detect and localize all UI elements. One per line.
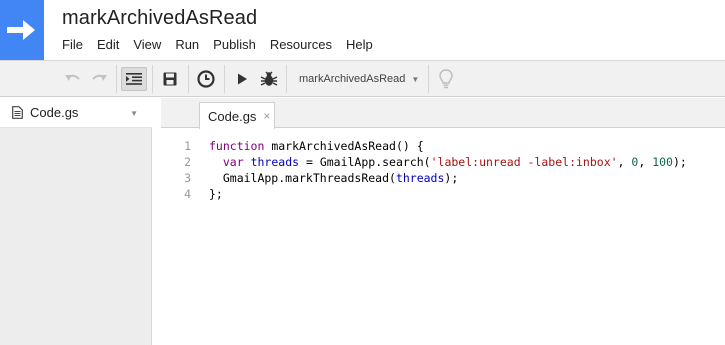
- function-select[interactable]: markArchivedAsRead ▼: [289, 67, 425, 91]
- code-token: ,: [638, 155, 653, 169]
- code-token: 'label:unread -label:inbox': [430, 155, 618, 169]
- menu-help[interactable]: Help: [339, 36, 380, 54]
- code-line[interactable]: };: [209, 187, 223, 201]
- line-number: 4: [184, 187, 191, 201]
- file-item-code-gs[interactable]: Code.gs ▼: [0, 98, 152, 128]
- code-token: = GmailApp.search(: [299, 155, 431, 169]
- menu-run[interactable]: Run: [168, 36, 206, 54]
- save-button[interactable]: [157, 67, 183, 91]
- project-title[interactable]: markArchivedAsRead: [62, 7, 257, 30]
- toolbar-divider: [188, 65, 189, 93]
- redo-icon: [92, 74, 107, 81]
- line-number-gutter: 1 2 3 4: [161, 128, 199, 345]
- tab-label: Code.gs: [208, 108, 257, 124]
- toolbar-divider: [286, 65, 287, 93]
- debug-button[interactable]: [256, 67, 282, 91]
- menu-edit[interactable]: Edit: [90, 36, 126, 54]
- code-token: 100: [652, 155, 673, 169]
- close-icon[interactable]: ×: [263, 109, 270, 123]
- execution-hint-button[interactable]: [433, 67, 459, 91]
- code-token: ,: [617, 155, 632, 169]
- menu-view[interactable]: View: [126, 36, 168, 54]
- arrow-right-icon: [7, 20, 35, 40]
- undo-button[interactable]: [60, 67, 86, 91]
- chevron-down-icon: ▼: [411, 74, 420, 84]
- indent-icon: [126, 73, 142, 85]
- lightbulb-icon: [439, 69, 453, 89]
- menu-bar: File Edit View Run Publish Resources Hel…: [55, 36, 380, 54]
- menu-file[interactable]: File: [55, 36, 90, 54]
- code-editor[interactable]: Code.gs × 1 2 3 4 function markArchivedA…: [161, 98, 725, 345]
- toolbar: markArchivedAsRead ▼: [0, 60, 725, 97]
- save-icon: [163, 72, 177, 86]
- line-number: 1: [184, 139, 191, 153]
- run-icon: [238, 73, 247, 85]
- code-token: threads: [250, 155, 300, 169]
- redo-button[interactable]: [86, 67, 112, 91]
- file-sidebar: Code.gs ▼: [0, 98, 152, 345]
- code-line[interactable]: GmailApp.markThreadsRead(threads);: [209, 171, 458, 185]
- function-select-value: markArchivedAsRead: [299, 73, 406, 85]
- line-number: 2: [184, 155, 191, 169]
- chevron-down-icon[interactable]: ▼: [130, 109, 138, 118]
- apps-script-logo[interactable]: [0, 0, 44, 60]
- toolbar-divider: [116, 65, 117, 93]
- tab-code-gs[interactable]: Code.gs ×: [199, 102, 275, 129]
- code-token: markArchivedAsRead() {: [264, 139, 424, 153]
- code-token: function: [209, 139, 265, 153]
- code-line[interactable]: var threads = GmailApp.search('label:unr…: [209, 155, 687, 169]
- file-label: Code.gs: [30, 105, 79, 120]
- triggers-button[interactable]: [193, 67, 219, 91]
- run-button[interactable]: [229, 67, 255, 91]
- code-token: var: [222, 155, 244, 169]
- editor-tabs: Code.gs ×: [161, 98, 725, 129]
- indent-button[interactable]: [121, 67, 147, 91]
- toolbar-divider: [428, 65, 429, 93]
- code-token: );: [444, 171, 459, 185]
- code-token: );: [672, 155, 687, 169]
- code-token: };: [209, 187, 223, 201]
- code-token: threads: [395, 171, 445, 185]
- code-token: GmailApp.markThreadsRead(: [209, 171, 396, 185]
- code-line[interactable]: function markArchivedAsRead() {: [209, 139, 424, 153]
- toolbar-divider: [224, 65, 225, 93]
- debug-bug-icon: [260, 71, 278, 86]
- menu-publish[interactable]: Publish: [206, 36, 263, 54]
- line-number: 3: [184, 171, 191, 185]
- toolbar-divider: [152, 65, 153, 93]
- undo-icon: [65, 74, 80, 81]
- menu-resources[interactable]: Resources: [263, 36, 339, 54]
- document-icon: [12, 106, 23, 119]
- clock-icon: [197, 70, 215, 88]
